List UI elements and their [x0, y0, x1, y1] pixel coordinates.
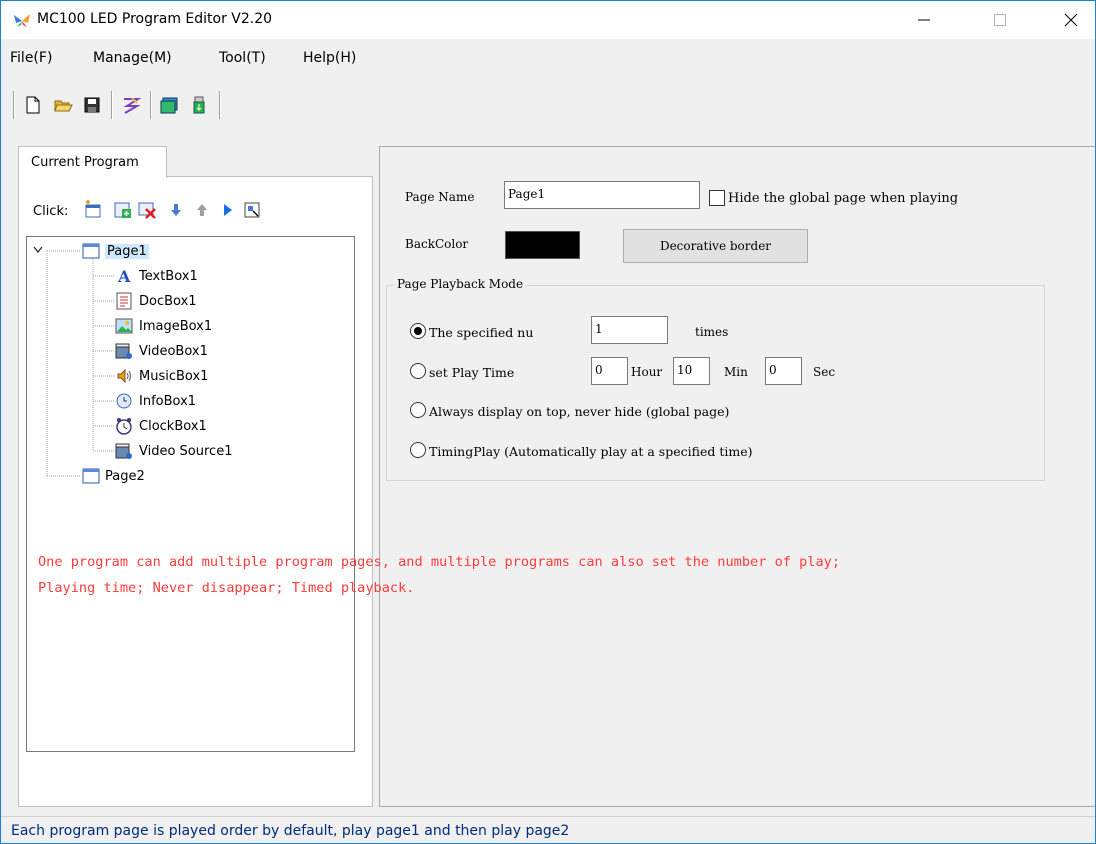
tab-current-program[interactable]: Current Program — [18, 146, 167, 178]
playback-mode-title: Page Playback Mode — [394, 277, 527, 291]
decorative-border-button[interactable]: Decorative border — [623, 229, 808, 263]
tree-node-label: DocBox1 — [139, 294, 197, 309]
status-bar: Each program page is played order by def… — [1, 816, 1095, 843]
maximize-icon — [994, 14, 1006, 26]
document-icon — [116, 292, 132, 310]
move-down-icon[interactable] — [166, 200, 186, 220]
toolbar-separator — [111, 91, 113, 119]
toolbar-separator — [219, 91, 221, 119]
close-icon — [1064, 13, 1078, 27]
tree-node-label: Video Source1 — [139, 444, 233, 459]
page-name-label: Page Name — [405, 190, 475, 204]
tree-node-musicbox[interactable]: MusicBox1 — [115, 365, 315, 387]
text-a-icon: A — [117, 267, 131, 285]
open-folder-icon[interactable] — [53, 95, 73, 115]
tree-node-label: InfoBox1 — [139, 394, 197, 409]
add-item-icon[interactable] — [113, 200, 133, 220]
specified-times-input[interactable]: 1 — [591, 316, 668, 344]
add-page-icon[interactable] — [83, 200, 103, 220]
chevron-down-icon[interactable] — [33, 246, 43, 254]
tree-node-page2[interactable]: Page2 — [30, 465, 190, 487]
min-input[interactable]: 10 — [673, 357, 710, 385]
image-icon — [115, 318, 133, 334]
tree-node-label: ClockBox1 — [139, 419, 207, 434]
status-text: Each program page is played order by def… — [11, 823, 570, 839]
click-label: Click: — [33, 204, 69, 219]
always-on-top-label: Always display on top, never hide (globa… — [429, 404, 730, 419]
tree-node-label: VideoBox1 — [139, 344, 208, 359]
hour-input[interactable]: 0 — [591, 357, 628, 385]
app-window: MC100 LED Program Editor V2.20 File(F) M… — [0, 0, 1096, 844]
butterfly-app-icon — [14, 14, 30, 27]
info-clock-icon — [116, 393, 132, 409]
hour-label: Hour — [631, 365, 663, 379]
tree-node-label: Page1 — [105, 244, 149, 259]
tree-connector-lines — [46, 250, 115, 477]
hide-global-checkbox[interactable] — [709, 190, 725, 206]
current-program-panel: Click: Page1 A TextBox1 DocBox1 ImageBox… — [18, 176, 373, 807]
sec-input[interactable]: 0 — [765, 357, 802, 385]
usb-export-icon[interactable] — [189, 95, 209, 115]
times-label: times — [695, 325, 729, 339]
tree-node-videobox[interactable]: VideoBox1 — [115, 340, 315, 362]
maximize-button[interactable] — [977, 1, 1023, 39]
clock-icon — [116, 418, 132, 435]
video-source-icon — [115, 443, 132, 459]
hide-global-label: Hide the global page when playing — [728, 191, 959, 206]
radio-always-on-top[interactable] — [410, 402, 426, 418]
tree-node-clockbox[interactable]: ClockBox1 — [115, 415, 315, 437]
radio-timing-play[interactable] — [410, 442, 426, 458]
toolbar-separator — [150, 91, 152, 119]
tree-node-infobox[interactable]: InfoBox1 — [115, 390, 315, 412]
svg-text:A: A — [117, 267, 131, 285]
radio-play-time[interactable] — [410, 363, 426, 379]
minimize-button[interactable] — [901, 1, 947, 39]
tree-node-page1[interactable]: Page1 — [30, 240, 190, 262]
menu-tool[interactable]: Tool(T) — [219, 50, 266, 66]
sec-label: Sec — [813, 365, 836, 379]
page-name-input[interactable]: Page1 — [504, 181, 700, 209]
new-file-icon[interactable] — [23, 95, 43, 115]
backcolor-swatch[interactable] — [505, 231, 580, 259]
timing-play-label: TimingPlay (Automatically play at a spec… — [429, 444, 753, 459]
screen-icon[interactable] — [159, 95, 179, 115]
backcolor-label: BackColor — [405, 237, 469, 251]
tree-node-label: ImageBox1 — [139, 319, 213, 334]
speaker-icon — [117, 368, 131, 384]
menu-bar: File(F) Manage(M) Tool(T) Help(H) — [1, 46, 1095, 72]
tree-node-imagebox[interactable]: ImageBox1 — [115, 315, 315, 337]
program-tree: Page1 A TextBox1 DocBox1 ImageBox1 Video… — [26, 236, 355, 752]
menu-manage[interactable]: Manage(M) — [93, 50, 172, 66]
play-icon[interactable] — [217, 200, 237, 220]
tree-node-label: Page2 — [105, 469, 145, 484]
save-icon[interactable] — [82, 95, 102, 115]
specified-times-label: The specified nu — [429, 325, 534, 340]
delete-icon[interactable] — [137, 200, 157, 220]
annotation-line-1: One program can add multiple program pag… — [38, 554, 841, 570]
move-up-icon[interactable] — [192, 200, 212, 220]
tab-label: Current Program — [31, 155, 139, 170]
window-title: MC100 LED Program Editor V2.20 — [37, 11, 273, 27]
title-bar: MC100 LED Program Editor V2.20 — [1, 1, 1095, 39]
video-icon — [115, 343, 132, 359]
page-icon — [82, 468, 100, 484]
tree-node-video-source[interactable]: Video Source1 — [115, 440, 315, 462]
radio-specified-times[interactable] — [410, 323, 426, 339]
tree-node-label: TextBox1 — [139, 269, 198, 284]
page-icon — [82, 243, 100, 259]
preview-icon[interactable] — [242, 200, 262, 220]
toolbar-separator — [13, 91, 15, 119]
menu-file[interactable]: File(F) — [10, 50, 52, 66]
annotation-line-2: Playing time; Never disappear; Timed pla… — [38, 580, 415, 596]
close-button[interactable] — [1048, 1, 1094, 39]
minimize-icon — [918, 19, 930, 21]
tree-node-label: MusicBox1 — [139, 369, 209, 384]
min-label: Min — [724, 365, 748, 379]
menu-help[interactable]: Help(H) — [303, 50, 356, 66]
tree-node-textbox[interactable]: A TextBox1 — [115, 265, 315, 287]
tree-node-docbox[interactable]: DocBox1 — [115, 290, 315, 312]
toolbar — [1, 87, 1095, 119]
play-time-label: set Play Time — [429, 365, 515, 380]
send-icon[interactable] — [121, 95, 141, 115]
